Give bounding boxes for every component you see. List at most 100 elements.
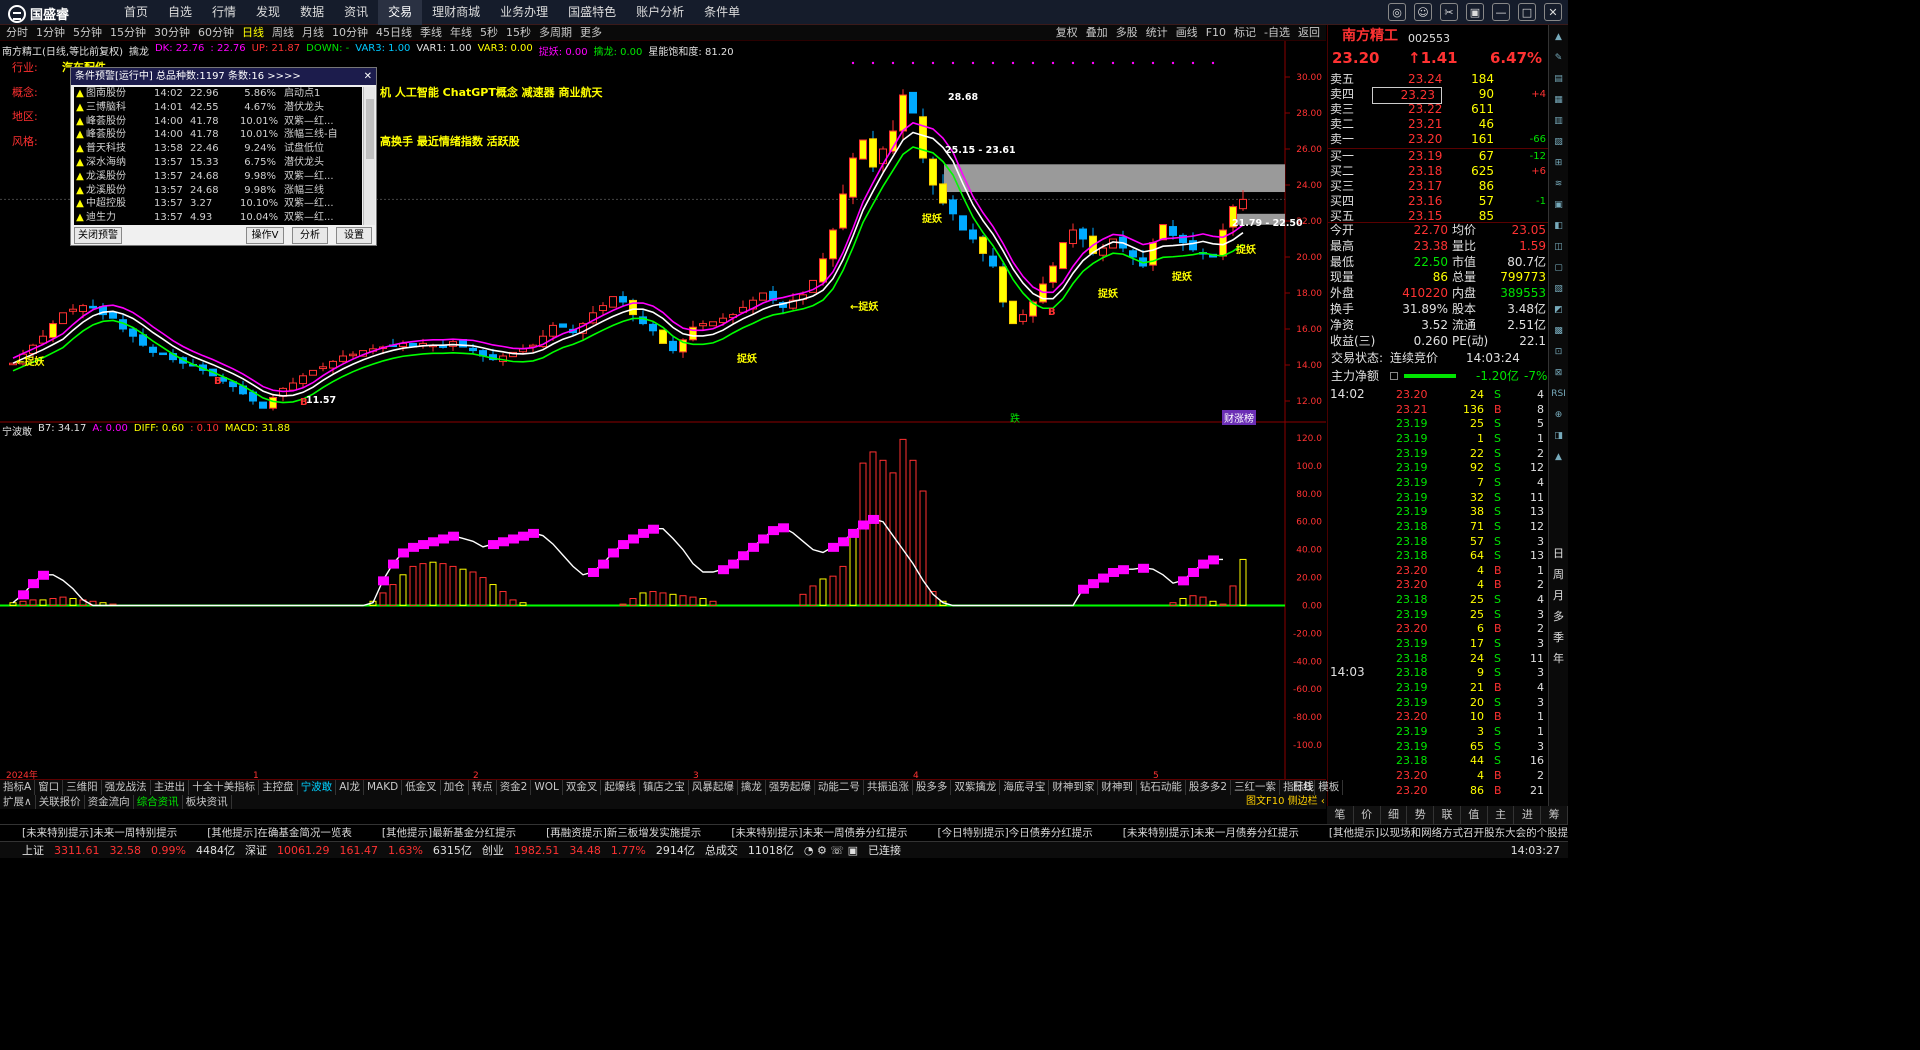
- period-tab[interactable]: 10分钟: [328, 25, 372, 41]
- strip-tool-icon[interactable]: ▢: [1551, 260, 1566, 276]
- period-tab[interactable]: 分时: [2, 25, 32, 41]
- strip-period[interactable]: 年: [1553, 650, 1564, 666]
- period-tab[interactable]: 季线: [416, 25, 446, 41]
- strip-tool-icon[interactable]: ▥: [1551, 113, 1566, 129]
- menu-item[interactable]: 资讯: [334, 0, 378, 25]
- alert-row[interactable]: ▲ 龙溪股份 13:57 24.68 9.98% 双紫—红...: [74, 170, 362, 184]
- maximize-button[interactable]: □: [1518, 3, 1536, 21]
- order-book-row[interactable]: 卖五 23.24 184: [1328, 72, 1548, 87]
- sub-indicator-name[interactable]: 宁波敢: [2, 423, 32, 438]
- indicator-tab[interactable]: 主进出: [151, 780, 190, 795]
- indicator-tab[interactable]: AI龙: [336, 780, 364, 795]
- info-tab[interactable]: 扩展∧: [0, 795, 36, 809]
- indicator-tab[interactable]: 窗口: [35, 780, 64, 795]
- period-tab[interactable]: 30分钟: [150, 25, 194, 41]
- strip-tool-icon[interactable]: ⊞: [1551, 155, 1566, 171]
- strip-tool-icon[interactable]: ◩: [1551, 302, 1566, 318]
- chart-tool-button[interactable]: 叠加: [1082, 25, 1112, 41]
- chart-tool-button[interactable]: 复权: [1052, 25, 1082, 41]
- dialog-title-bar[interactable]: 条件预警[运行中] 总品种数:1197 条数:16 >>>> ✕: [71, 68, 376, 85]
- quote-tab[interactable]: 进: [1514, 806, 1542, 824]
- alert-row[interactable]: ▲ 峰荟股份 14:00 41.78 10.01% 双紫—红...: [74, 115, 362, 129]
- menu-item[interactable]: 行情: [202, 0, 246, 25]
- period-tab[interactable]: 更多: [576, 25, 606, 41]
- quote-tab[interactable]: 势: [1407, 806, 1435, 824]
- period-tab[interactable]: 年线: [446, 25, 476, 41]
- period-tab[interactable]: 45日线: [372, 25, 416, 41]
- indicator-tab[interactable]: 镇店之宝: [640, 780, 689, 795]
- dialog-close-icon[interactable]: ✕: [364, 68, 372, 85]
- chart-tool-button[interactable]: 画线: [1172, 25, 1202, 41]
- strip-tool-icon[interactable]: ✎: [1551, 50, 1566, 66]
- menu-item[interactable]: 理财商城: [422, 0, 490, 25]
- strip-tool-icon[interactable]: ◫: [1551, 239, 1566, 255]
- alert-scrollbar[interactable]: [363, 87, 375, 225]
- period-tab[interactable]: 月线: [298, 25, 328, 41]
- strip-tool-icon[interactable]: ▩: [1551, 323, 1566, 339]
- indicator-tab[interactable]: 低金叉: [402, 780, 441, 795]
- strip-tool-icon[interactable]: RSI: [1551, 386, 1566, 402]
- alert-row[interactable]: ▲ 深水海纳 13:57 15.33 6.75% 潜伏龙头: [74, 156, 362, 170]
- indicator-tab[interactable]: 模板: [1315, 780, 1344, 795]
- strip-period[interactable]: 多: [1553, 608, 1564, 624]
- chart-tool-button[interactable]: -自选: [1260, 25, 1294, 41]
- news-item[interactable]: [其他提示]在确基金简况一览表: [207, 825, 352, 840]
- news-item[interactable]: [未来特别提示]未来一月债券分红提示: [1123, 825, 1299, 840]
- indicator-tab[interactable]: 指标A: [0, 780, 36, 795]
- message-icon[interactable]: ◎: [1388, 3, 1406, 21]
- strip-tool-icon[interactable]: ▧: [1551, 281, 1566, 297]
- strip-tool-icon[interactable]: ⊠: [1551, 365, 1566, 381]
- info-tab[interactable]: 综合资讯: [134, 795, 183, 809]
- strip-tool-icon[interactable]: ▦: [1551, 92, 1566, 108]
- menu-item[interactable]: 发现: [246, 0, 290, 25]
- chart-tool-button[interactable]: 标记: [1230, 25, 1260, 41]
- indicator-tab[interactable]: 资金2: [497, 780, 532, 795]
- strip-period[interactable]: 周: [1553, 566, 1564, 582]
- strip-tool-icon[interactable]: ▲: [1551, 29, 1566, 45]
- alert-list[interactable]: ▲ 图南股份 14:02 22.96 5.86% 启动点1 ▲ 三博脑科 14:01 42.55 4…: [74, 87, 362, 225]
- order-book-row[interactable]: 买二 23.18 625 +6: [1328, 164, 1548, 179]
- user-icon[interactable]: ☺: [1414, 3, 1432, 21]
- tools-icon[interactable]: ✂: [1440, 3, 1458, 21]
- skin-icon[interactable]: ▣: [1466, 3, 1484, 21]
- menu-item[interactable]: 国盛特色: [558, 0, 626, 25]
- order-book-row[interactable]: 买三 23.17 86: [1328, 179, 1548, 194]
- menu-item[interactable]: 交易: [378, 0, 423, 25]
- strip-tool-icon[interactable]: ▲: [1551, 449, 1566, 465]
- indicator-tab[interactable]: 十全十美指标: [189, 780, 260, 795]
- news-item[interactable]: [今日特别提示]今日债券分红提示: [938, 825, 1093, 840]
- order-book-row[interactable]: 卖四 23.23 90 +4: [1328, 87, 1548, 104]
- indicator-tab[interactable]: MAKD: [364, 780, 403, 795]
- info-tab[interactable]: 资金流向: [85, 795, 134, 809]
- news-item[interactable]: [其他提示]最新基金分红提示: [382, 825, 516, 840]
- strip-tool-icon[interactable]: ⊡: [1551, 344, 1566, 360]
- order-book-row[interactable]: 买四 23.16 57 -1: [1328, 194, 1548, 209]
- news-item[interactable]: [未来特别提示]未来一周特别提示: [22, 825, 177, 840]
- chart-tool-button[interactable]: 返回: [1294, 25, 1324, 41]
- period-tab[interactable]: 多周期: [535, 25, 576, 41]
- indicator-tab[interactable]: 宁波敢: [298, 780, 337, 795]
- order-book-row[interactable]: 卖二 23.21 46: [1328, 117, 1548, 132]
- quote-tab[interactable]: 笔: [1327, 806, 1354, 824]
- indicator-tab[interactable]: 双紫擒龙: [951, 780, 1001, 795]
- menu-item[interactable]: 数据: [290, 0, 334, 25]
- indicator-tab[interactable]: 强龙战法: [102, 780, 151, 795]
- strip-period[interactable]: 季: [1553, 629, 1564, 645]
- chart-tool-button[interactable]: 多股: [1112, 25, 1142, 41]
- news-item[interactable]: [未来特别提示]未来一周债券分红提示: [731, 825, 907, 840]
- strip-tool-icon[interactable]: ▤: [1551, 71, 1566, 87]
- indicator-tab[interactable]: 财神到: [1098, 780, 1137, 795]
- period-tab[interactable]: 15分钟: [106, 25, 150, 41]
- main-net-toggle[interactable]: [1390, 372, 1398, 380]
- period-tab[interactable]: 周线: [268, 25, 298, 41]
- indicator-tab[interactable]: 财神到家: [1049, 780, 1099, 795]
- period-tab[interactable]: 5分钟: [69, 25, 106, 41]
- indicator-tab[interactable]: 起爆线: [601, 780, 640, 795]
- quote-tab[interactable]: 细: [1381, 806, 1408, 824]
- indicator-tab[interactable]: 股多多: [913, 780, 952, 795]
- indicator-tab[interactable]: 转点: [469, 780, 497, 795]
- period-tab[interactable]: 15秒: [502, 25, 535, 41]
- alert-row[interactable]: ▲ 中超控股 13:57 3.27 10.10% 双紫—红...: [74, 197, 362, 211]
- analyze-button[interactable]: 分析: [292, 227, 328, 244]
- indicator-tab[interactable]: 擒龙: [738, 780, 766, 795]
